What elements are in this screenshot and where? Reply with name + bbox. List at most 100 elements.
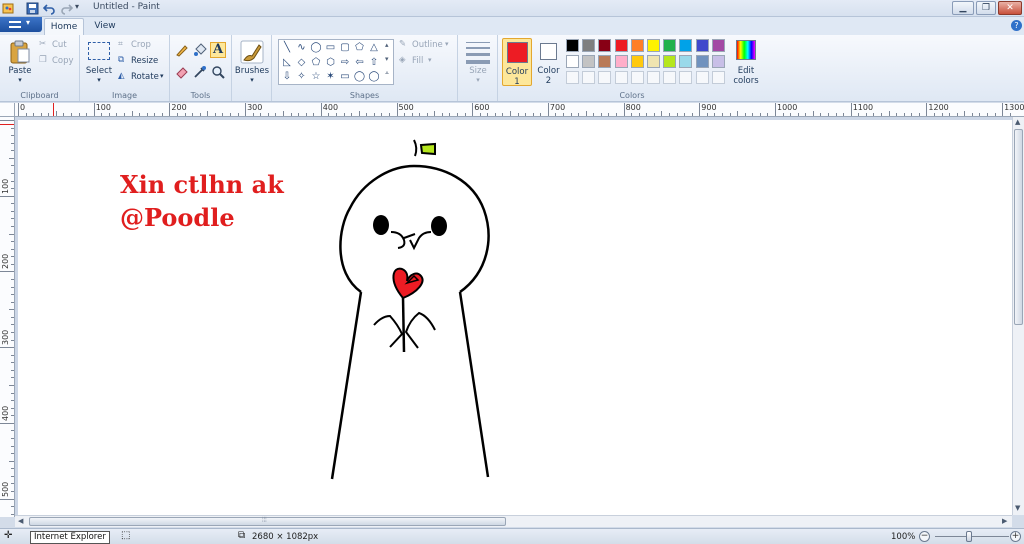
shape-option[interactable]: ◇: [296, 57, 308, 68]
shape-option[interactable]: ⇨: [339, 57, 351, 68]
palette-swatch[interactable]: [582, 39, 596, 52]
shape-option[interactable]: ⬠: [310, 57, 322, 68]
gallery-scroll-up-icon[interactable]: ▴: [385, 41, 389, 49]
palette-swatch[interactable]: [679, 55, 693, 68]
palette-swatch[interactable]: [566, 39, 579, 52]
color1-button[interactable]: Color 1: [502, 38, 532, 87]
palette-empty-swatch[interactable]: [566, 71, 579, 84]
drawing-canvas[interactable]: Xin ctlhn ak @Poodle: [18, 120, 1012, 515]
palette-empty-swatch[interactable]: [614, 71, 628, 84]
palette-swatch[interactable]: [630, 55, 644, 68]
palette-swatch[interactable]: [614, 39, 628, 52]
crop-button[interactable]: ⌗ Crop: [117, 39, 167, 52]
shape-option[interactable]: ∿: [296, 42, 308, 53]
shape-option[interactable]: ▭: [325, 42, 337, 53]
horizontal-scroll-thumb[interactable]: ⦙⦙⦙: [29, 516, 506, 526]
palette-swatch[interactable]: [614, 55, 628, 68]
shape-option[interactable]: ✧: [296, 71, 308, 82]
undo-icon[interactable]: [43, 2, 56, 15]
palette-swatch[interactable]: [647, 55, 660, 68]
palette-empty-swatch[interactable]: [582, 71, 596, 84]
copy-button[interactable]: ❐ Copy: [38, 55, 76, 68]
palette-swatch[interactable]: [630, 39, 644, 52]
minimize-button[interactable]: ▁: [952, 1, 974, 15]
pencil-tool[interactable]: [174, 42, 190, 58]
outline-button[interactable]: ✎ Outline ▾: [398, 39, 454, 52]
color-picker-tool[interactable]: [192, 64, 208, 80]
shape-option[interactable]: △: [368, 42, 380, 53]
cut-button[interactable]: ✂ Cut: [38, 39, 76, 52]
scroll-up-icon[interactable]: ▲: [1015, 118, 1020, 126]
scroll-left-icon[interactable]: ◀: [18, 517, 23, 525]
shape-option[interactable]: ⬠: [354, 42, 366, 53]
palette-swatch[interactable]: [695, 55, 709, 68]
shape-option[interactable]: ◯: [368, 71, 380, 82]
eraser-tool[interactable]: [174, 64, 190, 80]
palette-swatch[interactable]: [566, 55, 579, 68]
text-tool[interactable]: A: [210, 42, 226, 58]
scroll-down-icon[interactable]: ▼: [1015, 504, 1020, 512]
fill-bucket-icon: ◈: [399, 55, 406, 65]
palette-swatch[interactable]: [695, 39, 709, 52]
tab-home[interactable]: Home: [44, 18, 84, 35]
palette-empty-swatch[interactable]: [679, 71, 693, 84]
zoom-out-button[interactable]: −: [919, 531, 930, 542]
palette-swatch[interactable]: [663, 39, 677, 52]
palette-empty-swatch[interactable]: [647, 71, 660, 84]
close-button[interactable]: ✕: [998, 1, 1022, 15]
shape-option[interactable]: ⇧: [368, 57, 380, 68]
size-button[interactable]: Size ▾: [462, 38, 494, 86]
brushes-button[interactable]: Brushes ▾: [234, 38, 270, 86]
vertical-scrollbar[interactable]: ▲ ▼: [1012, 117, 1024, 515]
palette-empty-swatch[interactable]: [695, 71, 709, 84]
shape-option[interactable]: ◯: [354, 71, 366, 82]
shape-option[interactable]: ▢: [339, 42, 351, 53]
shape-option[interactable]: ⇦: [354, 57, 366, 68]
palette-empty-swatch[interactable]: [630, 71, 644, 84]
palette-swatch[interactable]: [679, 39, 693, 52]
palette-swatch[interactable]: [598, 55, 612, 68]
vertical-scroll-thumb[interactable]: [1014, 129, 1023, 325]
shape-option[interactable]: ✶: [325, 71, 337, 82]
zoom-in-button[interactable]: +: [1010, 531, 1021, 542]
select-button[interactable]: Select ▾: [84, 38, 114, 86]
horizontal-scrollbar[interactable]: ◀ ⦙⦙⦙ ▶: [15, 515, 1012, 527]
gallery-expand-icon[interactable]: ⩡: [385, 69, 389, 78]
shape-option[interactable]: ╲: [281, 42, 293, 53]
fill-button[interactable]: ◈ Fill ▾: [398, 55, 454, 68]
paint-menu-button[interactable]: ▾: [0, 17, 42, 32]
palette-empty-swatch[interactable]: [711, 71, 725, 84]
shape-option[interactable]: ◺: [281, 57, 293, 68]
save-icon[interactable]: [26, 2, 39, 15]
customize-dropdown-icon[interactable]: ▾: [75, 2, 88, 15]
palette-empty-swatch[interactable]: [598, 71, 612, 84]
rotate-button[interactable]: ◭ Rotate ▾: [117, 71, 167, 84]
palette-swatch[interactable]: [711, 39, 725, 52]
palette-swatch[interactable]: [647, 39, 660, 52]
paint-app-icon[interactable]: [2, 2, 15, 15]
shape-option[interactable]: ▭: [339, 71, 351, 82]
tab-view[interactable]: View: [88, 18, 122, 35]
palette-swatch[interactable]: [598, 39, 612, 52]
palette-swatch[interactable]: [582, 55, 596, 68]
palette-swatch[interactable]: [711, 55, 725, 68]
shape-option[interactable]: ⬡: [325, 57, 337, 68]
zoom-slider-track[interactable]: [935, 536, 1009, 537]
magnifier-tool[interactable]: [210, 64, 226, 80]
zoom-slider-thumb[interactable]: [966, 531, 972, 542]
edit-colors-button[interactable]: Edit colors: [731, 38, 763, 86]
scroll-right-icon[interactable]: ▶: [1002, 517, 1007, 525]
redo-icon[interactable]: [60, 2, 73, 15]
shape-option[interactable]: ☆: [310, 71, 322, 82]
shape-option[interactable]: ⇩: [281, 71, 293, 82]
gallery-scroll-down-icon[interactable]: ▾: [385, 55, 389, 63]
palette-empty-swatch[interactable]: [663, 71, 677, 84]
palette-swatch[interactable]: [663, 55, 677, 68]
restore-button[interactable]: ❐: [976, 1, 996, 15]
shape-option[interactable]: ◯: [310, 42, 322, 53]
color2-button[interactable]: Color 2: [535, 38, 562, 86]
paste-button[interactable]: Paste ▾: [4, 38, 36, 86]
fill-tool[interactable]: [192, 42, 208, 58]
help-icon[interactable]: ?: [1011, 20, 1022, 31]
resize-button[interactable]: ⧉ Resize: [117, 55, 167, 68]
